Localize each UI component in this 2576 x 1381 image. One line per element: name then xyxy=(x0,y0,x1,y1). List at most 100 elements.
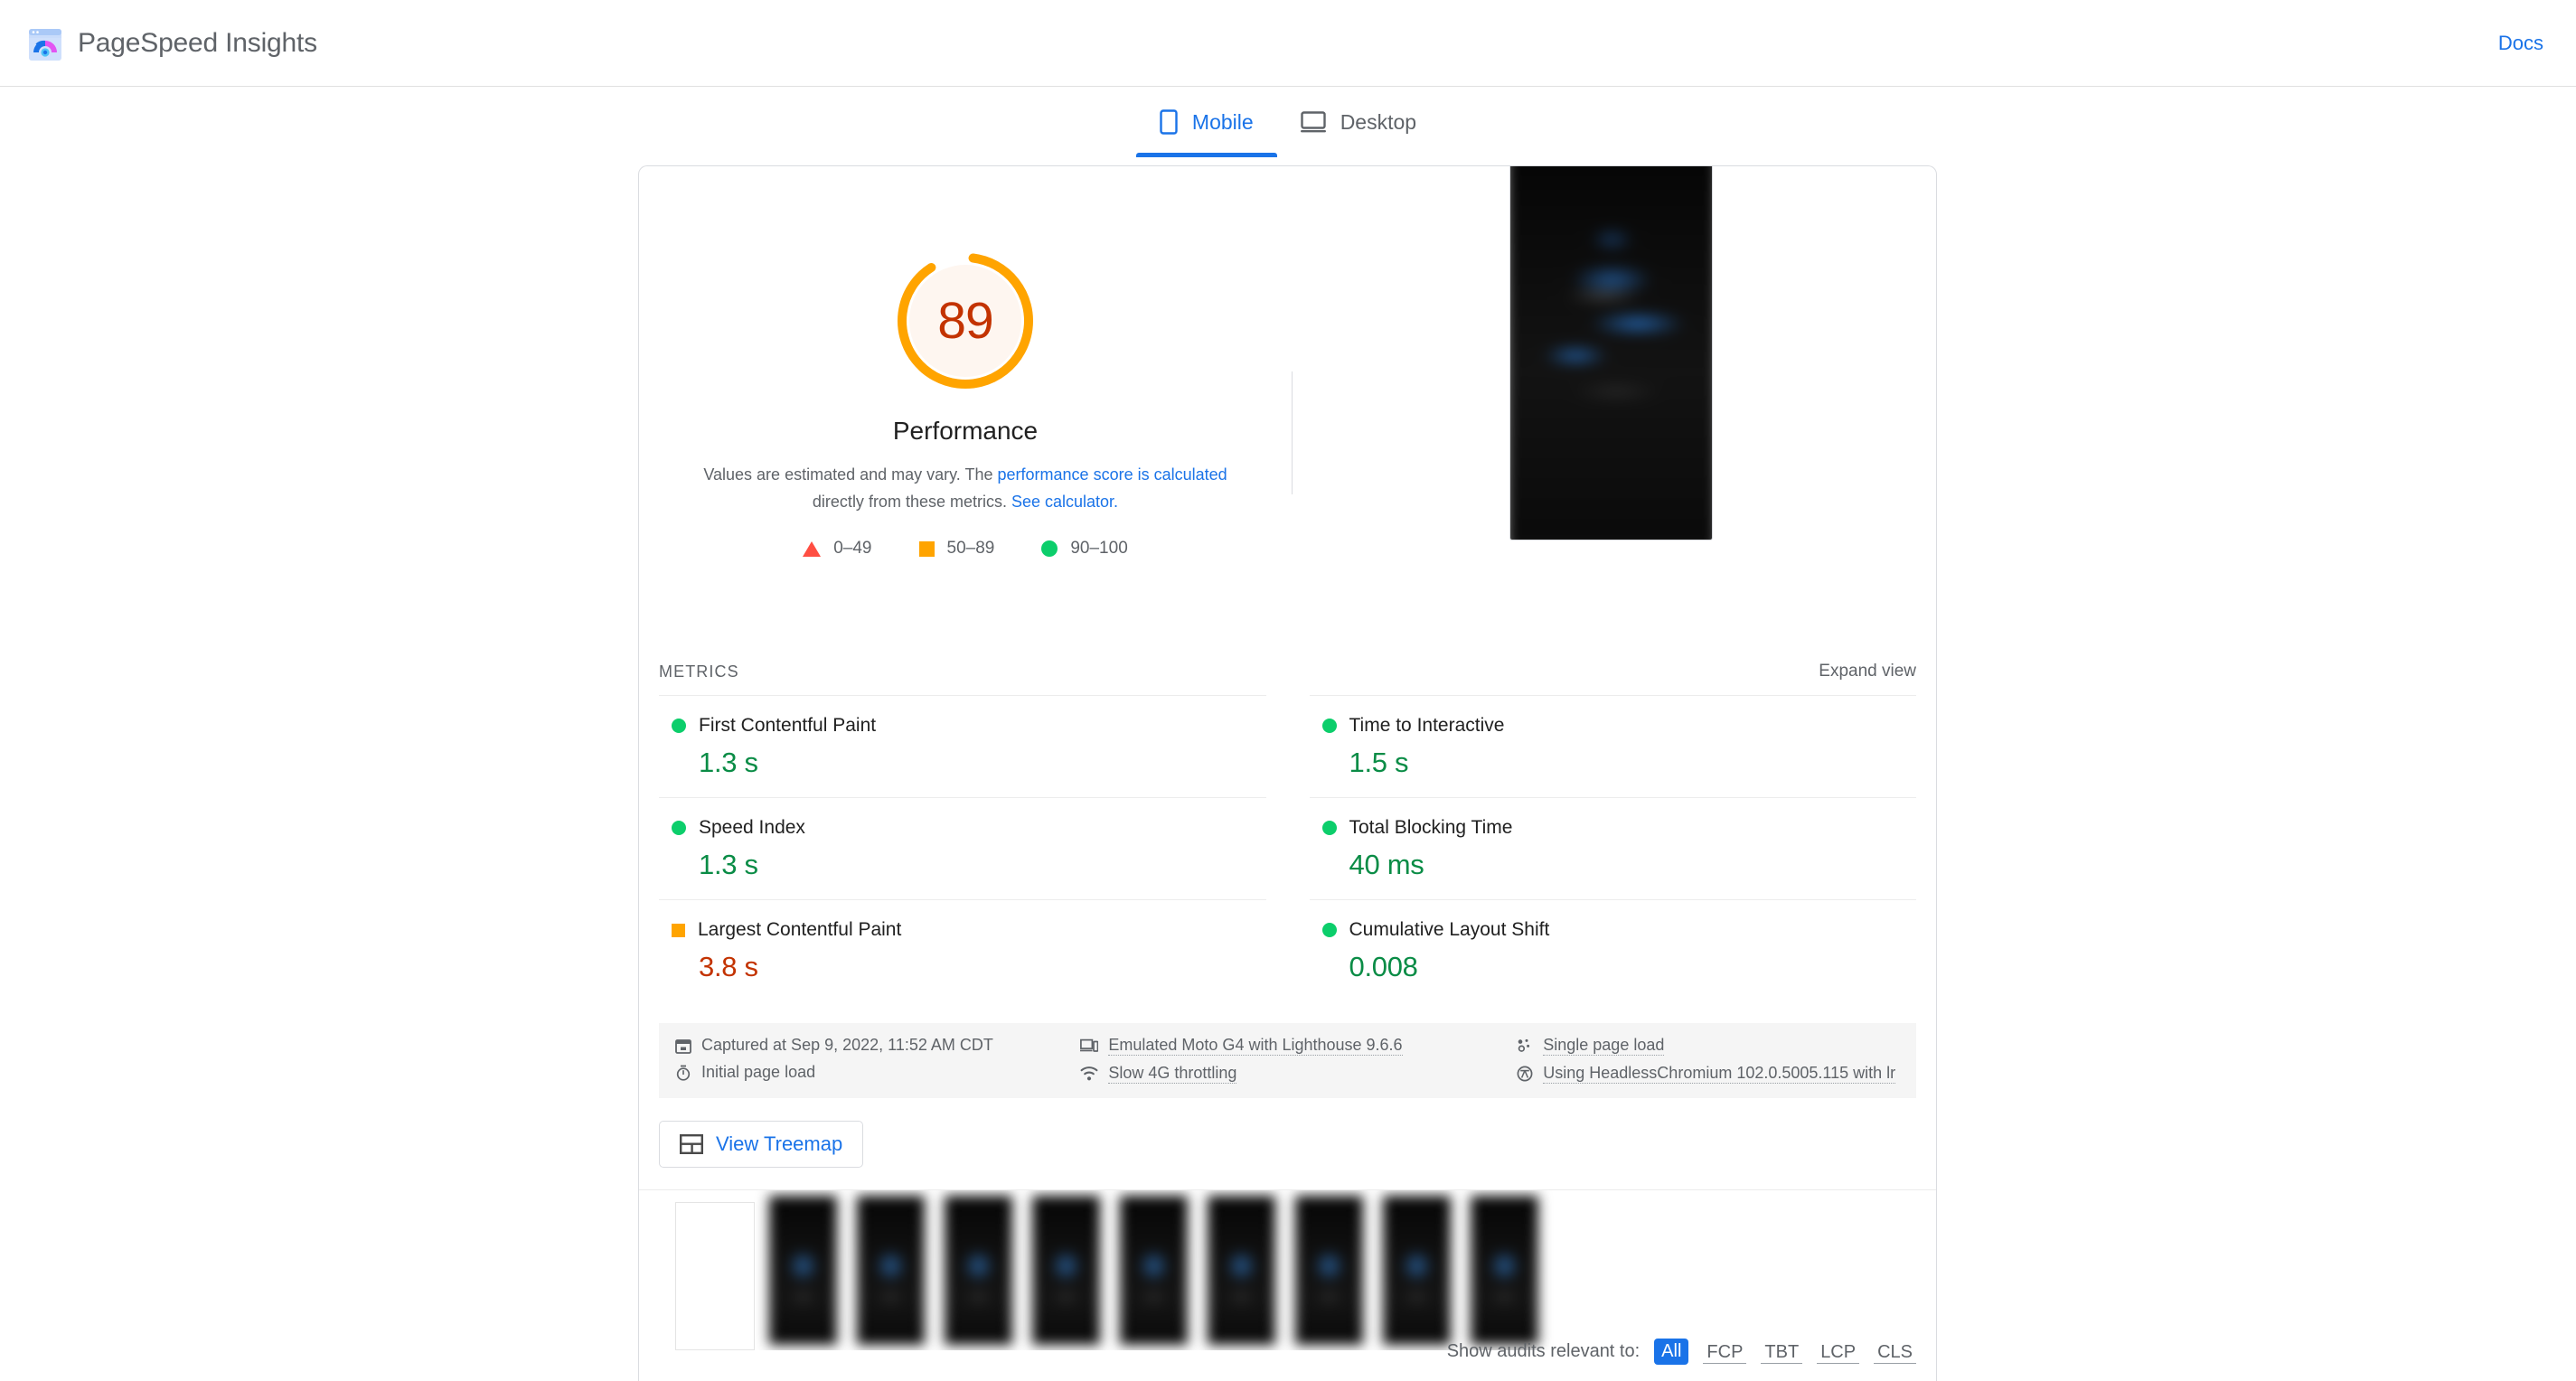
score-legend: 0–49 50–89 90–100 xyxy=(639,539,1292,559)
env-text: Slow 4G throttling xyxy=(1108,1064,1237,1084)
final-screenshot-image xyxy=(1510,166,1712,540)
performance-score-calc-link[interactable]: performance score is calculated xyxy=(998,465,1227,484)
treemap-icon xyxy=(680,1134,703,1154)
status-dot-green-icon xyxy=(672,821,686,835)
score-category-label: Performance xyxy=(892,417,1039,445)
env-captured-at: Captured at Sep 9, 2022, 11:52 AM CDT xyxy=(675,1036,1080,1055)
pagespeed-logo-icon xyxy=(29,28,61,61)
filmstrip-image xyxy=(1032,1196,1100,1345)
status-dot-green-icon xyxy=(1321,821,1337,835)
metric-row[interactable]: Largest Contentful Paint 3.8 s xyxy=(659,899,1266,1001)
metric-row[interactable]: First Contentful Paint 1.3 s xyxy=(659,695,1266,797)
filmstrip-frame xyxy=(1208,1190,1275,1350)
metrics-header: METRICS Expand view xyxy=(659,648,1916,695)
env-device-lighthouse[interactable]: Emulated Moto G4 with Lighthouse 9.6.6 xyxy=(1080,1036,1517,1056)
devices-icon xyxy=(1080,1038,1099,1052)
legend-item-good: 90–100 xyxy=(1041,539,1128,559)
top-header-bar: PageSpeed Insights Docs xyxy=(0,0,2576,87)
metrics-section-label: METRICS xyxy=(659,662,739,681)
network-icon xyxy=(1080,1066,1098,1081)
filmstrip-frame xyxy=(945,1190,1012,1350)
device-tabs: Mobile Desktop xyxy=(0,87,2576,159)
view-treemap-button[interactable]: View Treemap xyxy=(659,1121,864,1168)
metrics-column-left: First Contentful Paint 1.3 s Speed Index… xyxy=(659,695,1288,1001)
treemap-row: View Treemap xyxy=(659,1121,1916,1168)
metric-row[interactable]: Time to Interactive 1.5 s xyxy=(1309,695,1916,797)
audit-chip-fcp[interactable]: FCP xyxy=(1703,1340,1747,1364)
metric-value: 40 ms xyxy=(1349,849,1424,880)
score-screenshot-row: 89 Performance Values are estimated and … xyxy=(639,166,1936,648)
view-treemap-label: View Treemap xyxy=(716,1132,843,1155)
metric-value: 1.3 s xyxy=(699,747,758,778)
screenshot-block xyxy=(1293,166,1936,648)
filmstrip-frame xyxy=(1471,1190,1538,1350)
score-block: 89 Performance Values are estimated and … xyxy=(639,166,1292,559)
filmstrip-image xyxy=(1383,1196,1451,1345)
report-card: 89 Performance Values are estimated and … xyxy=(638,165,1937,1381)
metric-name: Cumulative Layout Shift xyxy=(1349,919,1550,940)
metric-row[interactable]: Total Blocking Time 40 ms xyxy=(1309,797,1916,899)
audit-chip-cls[interactable]: CLS xyxy=(1874,1340,1916,1364)
legend-range-poor: 0–49 xyxy=(833,539,872,558)
env-text: Using HeadlessChromium 102.0.5005.115 wi… xyxy=(1543,1064,1896,1084)
metric-name: First Contentful Paint xyxy=(699,715,877,736)
env-text: Emulated Moto G4 with Lighthouse 9.6.6 xyxy=(1108,1036,1403,1056)
single-page-icon xyxy=(1518,1038,1530,1052)
audit-chip-lcp[interactable]: LCP xyxy=(1817,1340,1860,1364)
filmstrip-frame xyxy=(1295,1190,1363,1350)
env-single-page-load[interactable]: Single page load xyxy=(1517,1036,1900,1056)
tab-mobile-label: Mobile xyxy=(1191,109,1254,134)
metric-row[interactable]: Cumulative Layout Shift 0.008 xyxy=(1309,899,1916,1001)
expand-view-button[interactable]: Expand view xyxy=(1819,662,1916,681)
filmstrip-image xyxy=(1471,1196,1538,1345)
env-throttling[interactable]: Slow 4G throttling xyxy=(1080,1064,1517,1084)
environment-column-2: Emulated Moto G4 with Lighthouse 9.6.6 S… xyxy=(1080,1036,1517,1084)
desktop-monitor-icon xyxy=(1300,111,1326,133)
see-calculator-link[interactable]: See calculator. xyxy=(1011,493,1118,511)
status-dot-green-icon xyxy=(672,719,686,733)
metric-name: Total Blocking Time xyxy=(1349,817,1513,838)
env-text: Single page load xyxy=(1543,1036,1665,1056)
filmstrip-blank-frame xyxy=(675,1202,755,1350)
status-dot-green-icon xyxy=(1321,923,1337,937)
status-square-orange-icon xyxy=(672,923,685,937)
env-text: Captured at Sep 9, 2022, 11:52 AM CDT xyxy=(701,1036,993,1054)
filmstrip-image xyxy=(1208,1196,1275,1345)
filmstrip xyxy=(639,1189,1936,1350)
audit-chip-all[interactable]: All xyxy=(1654,1339,1689,1365)
metric-row[interactable]: Speed Index 1.3 s xyxy=(659,797,1266,899)
env-text: Initial page load xyxy=(701,1063,816,1081)
score-desc-middle: directly from these metrics. xyxy=(812,493,1011,511)
audit-filter-bar: Show audits relevant to: All FCP TBT LCP… xyxy=(1447,1339,1916,1365)
filmstrip-image xyxy=(1295,1196,1363,1345)
metrics-column-right: Time to Interactive 1.5 s Total Blocking… xyxy=(1288,695,1916,1001)
filmstrip-frame xyxy=(857,1190,925,1350)
metric-name: Largest Contentful Paint xyxy=(698,919,902,940)
filmstrip-track xyxy=(769,1190,1538,1350)
environment-column-3: Single page load Using HeadlessChromium … xyxy=(1517,1036,1900,1084)
brand-block[interactable]: PageSpeed Insights xyxy=(27,0,317,86)
legend-range-average: 50–89 xyxy=(946,539,995,558)
metrics-grid: First Contentful Paint 1.3 s Speed Index… xyxy=(659,695,1916,1001)
performance-score-value: 89 xyxy=(937,292,993,350)
metric-value: 1.5 s xyxy=(1349,747,1409,778)
filmstrip-image xyxy=(769,1196,837,1345)
filmstrip-frame xyxy=(1383,1190,1451,1350)
filmstrip-frame xyxy=(769,1190,837,1350)
metric-value: 0.008 xyxy=(1349,951,1418,982)
performance-gauge: 89 xyxy=(893,249,1038,393)
audit-chip-tbt[interactable]: TBT xyxy=(1761,1340,1803,1364)
metric-name: Time to Interactive xyxy=(1349,715,1505,736)
legend-range-good: 90–100 xyxy=(1070,539,1128,558)
filmstrip-image xyxy=(945,1196,1012,1345)
filmstrip-image xyxy=(1120,1196,1188,1345)
env-user-agent[interactable]: Using HeadlessChromium 102.0.5005.115 wi… xyxy=(1517,1064,1900,1084)
metric-value: 1.3 s xyxy=(699,849,758,880)
environment-column-1: Captured at Sep 9, 2022, 11:52 AM CDT In… xyxy=(675,1036,1080,1084)
metric-value: 3.8 s xyxy=(699,951,758,982)
tab-desktop[interactable]: Desktop xyxy=(1277,87,1440,157)
legend-item-poor: 0–49 xyxy=(803,539,872,559)
legend-item-average: 50–89 xyxy=(918,539,995,559)
docs-link[interactable]: Docs xyxy=(2498,0,2543,86)
tab-mobile[interactable]: Mobile xyxy=(1135,87,1277,157)
